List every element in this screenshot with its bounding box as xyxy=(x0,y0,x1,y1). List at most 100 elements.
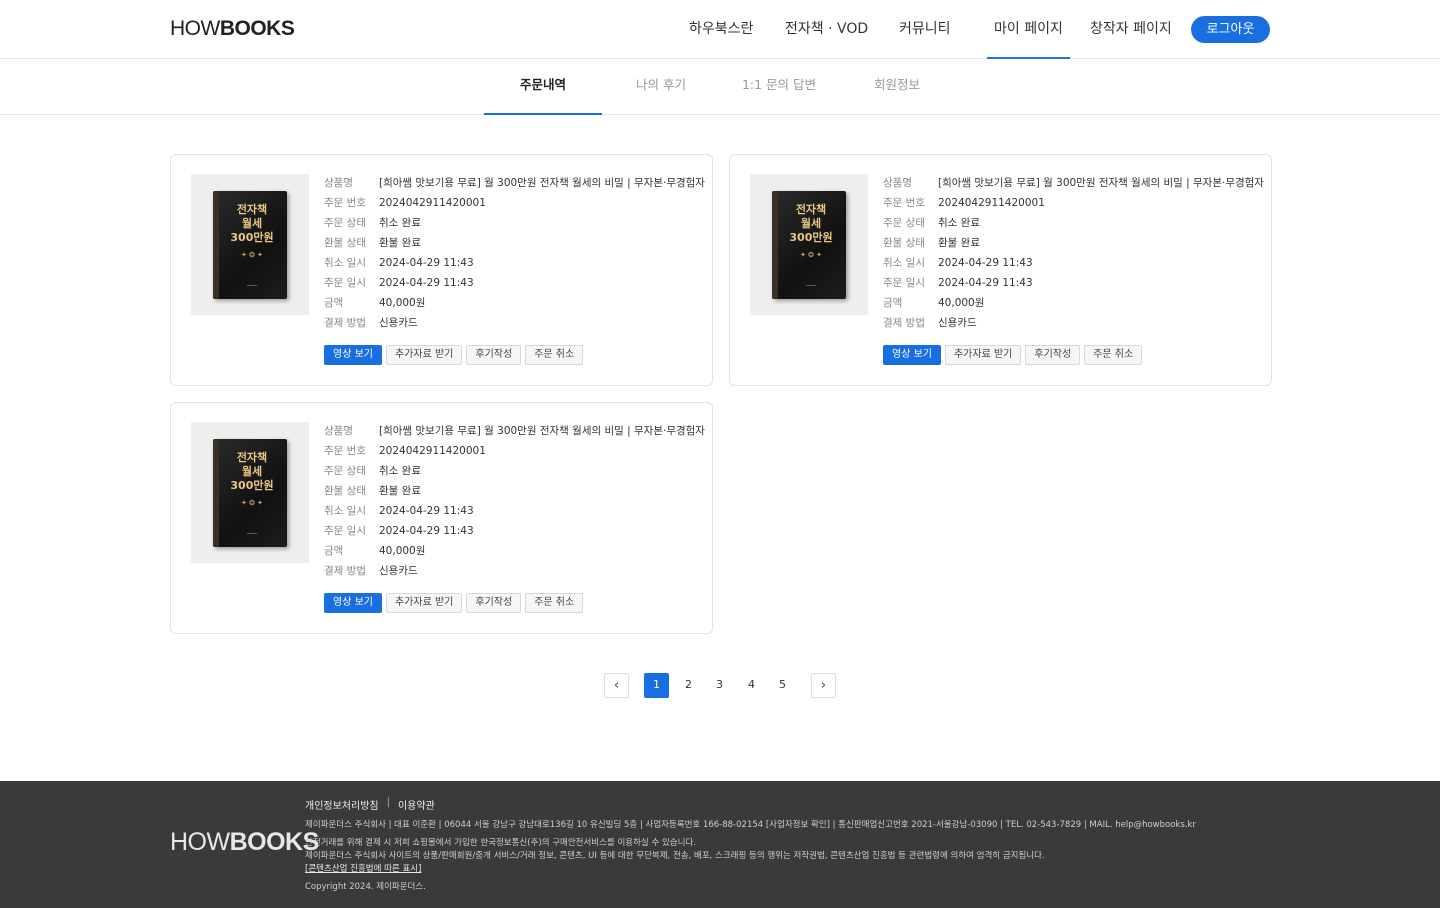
nav-about[interactable]: 하우북스란 xyxy=(689,0,753,59)
field-value: 취소 완료 xyxy=(379,217,421,229)
field-label: 상품명 xyxy=(324,425,353,437)
book-thumbnail[interactable]: 전자책 월세 300만원 ✦ ❂ ✦ ━━━━ xyxy=(191,174,309,315)
book-spine xyxy=(213,438,219,547)
mypage-tabs: 주문내역 나의 후기 1:1 문의 답변 회원정보 xyxy=(0,60,1440,115)
field-value: 2024-04-29 11:43 xyxy=(938,257,1033,269)
order-actions: 영상 보기 추가자료 받기 후기작성 주문 취소 xyxy=(883,345,1143,365)
order-field-order-date: 주문 일시 2024-04-29 11:43 xyxy=(324,523,705,543)
field-label: 주문 상태 xyxy=(883,217,925,229)
order-field-amount: 금액 40,000원 xyxy=(324,295,705,315)
write-review-button[interactable]: 후기작성 xyxy=(466,345,522,365)
logout-button[interactable]: 로그아웃 xyxy=(1191,16,1270,43)
field-label: 금액 xyxy=(324,297,344,309)
order-field-payment: 결제 방법 신용카드 xyxy=(324,563,705,583)
safe-payment-notice: 안전거래를 위해 결제 시 저희 쇼핑몰에서 가입한 한국정보통신(주)의 구매… xyxy=(305,838,696,848)
order-field-cancel-date: 취소 일시 2024-04-29 11:43 xyxy=(324,255,705,275)
write-review-button[interactable]: 후기작성 xyxy=(466,593,522,613)
book-thumbnail[interactable]: 전자책 월세 300만원 ✦ ❂ ✦ ━━━━ xyxy=(191,422,309,563)
logo-how: HOW xyxy=(170,17,220,40)
book-thumbnail[interactable]: 전자책 월세 300만원 ✦ ❂ ✦ ━━━━ xyxy=(750,174,868,315)
tab-member-info[interactable]: 회원정보 xyxy=(862,60,932,115)
order-field-refund-status: 환불 상태 환불 완료 xyxy=(324,235,705,255)
page-2[interactable]: 2 xyxy=(676,673,701,698)
field-value: 2024042911420001 xyxy=(379,197,486,209)
footer-logo-how: HOW xyxy=(170,828,230,856)
page-5[interactable]: 5 xyxy=(770,673,795,698)
field-label: 환불 상태 xyxy=(324,485,366,497)
field-label: 주문 일시 xyxy=(324,525,366,537)
order-card: 전자책 월세 300만원 ✦ ❂ ✦ ━━━━ 상품명 [희아쌤 맛보기용 무료… xyxy=(170,154,713,386)
download-materials-button[interactable]: 추가자료 받기 xyxy=(944,345,1022,365)
footer-links: 개인정보처리방침 | 이용약관 xyxy=(305,797,435,812)
tab-inquiry-answers[interactable]: 1:1 문의 답변 xyxy=(735,60,823,115)
cancel-order-button[interactable]: 주문 취소 xyxy=(525,345,584,365)
field-label: 환불 상태 xyxy=(324,237,366,249)
tab-my-reviews[interactable]: 나의 후기 xyxy=(620,60,702,115)
field-label: 주문 일시 xyxy=(324,277,366,289)
order-field-order-date: 주문 일시 2024-04-29 11:43 xyxy=(324,275,705,295)
field-label: 취소 일시 xyxy=(324,257,366,269)
privacy-policy-link[interactable]: 개인정보처리방침 xyxy=(305,797,379,812)
field-label: 결제 방법 xyxy=(324,565,366,577)
field-value: 2024042911420001 xyxy=(379,445,486,457)
order-field-order-no: 주문 번호 2024042911420001 xyxy=(324,195,705,215)
book-title-line: 300만원 xyxy=(230,478,274,492)
order-field-payment: 결제 방법 신용카드 xyxy=(883,315,1264,335)
download-materials-button[interactable]: 추가자료 받기 xyxy=(385,593,463,613)
field-label: 상품명 xyxy=(324,177,353,189)
field-value: 2024-04-29 11:43 xyxy=(938,277,1033,289)
field-label: 취소 일시 xyxy=(883,257,925,269)
order-field-product: 상품명 [희아쌤 맛보기용 무료] 월 300만원 전자책 월세의 비밀 | 무… xyxy=(324,175,705,195)
book-title-line: 300만원 xyxy=(789,230,833,244)
company-info: 제이파운더스 주식회사 | 대표 이준환 | 06044 서울 강남구 강남대로… xyxy=(305,820,1196,830)
howbooks-logo[interactable]: HOWBOOKS xyxy=(170,17,295,40)
nav-creator-page[interactable]: 창작자 페이지 xyxy=(1090,0,1172,59)
cancel-order-button[interactable]: 주문 취소 xyxy=(525,593,584,613)
terms-link[interactable]: 이용약관 xyxy=(398,797,435,812)
download-materials-button[interactable]: 추가자료 받기 xyxy=(385,345,463,365)
top-header: HOWBOOKS 하우북스란 전자책 · VOD 커뮤니티 마이 페이지 창작자… xyxy=(0,0,1440,59)
book-cover-ornament: ✦ ❂ ✦ xyxy=(240,250,264,259)
next-page-button[interactable]: › xyxy=(811,673,836,698)
write-review-button[interactable]: 후기작성 xyxy=(1025,345,1081,365)
nav-community[interactable]: 커뮤니티 xyxy=(899,0,951,59)
field-label: 결제 방법 xyxy=(324,317,366,329)
field-label: 금액 xyxy=(324,545,344,557)
watch-video-button[interactable]: 영상 보기 xyxy=(324,593,382,613)
book-cover-image: 전자책 월세 300만원 ✦ ❂ ✦ ━━━━ xyxy=(213,438,287,547)
book-title-line: 전자책 xyxy=(236,202,268,216)
copyright-notice: 제이파운더스 주식회사 사이트의 상품/판매회원/중개 서비스/거래 정보, 콘… xyxy=(305,851,1045,861)
field-value: [희아쌤 맛보기용 무료] 월 300만원 전자책 월세의 비밀 | 무자본·무… xyxy=(938,177,1264,189)
page-1[interactable]: 1 xyxy=(644,673,669,698)
book-cover-footer: ━━━━ xyxy=(806,282,816,288)
order-field-amount: 금액 40,000원 xyxy=(883,295,1264,315)
cancel-order-button[interactable]: 주문 취소 xyxy=(1084,345,1143,365)
book-cover-ornament: ✦ ❂ ✦ xyxy=(240,498,264,507)
book-cover-title: 전자책 월세 300만원 xyxy=(221,203,283,245)
nav-my-page[interactable]: 마이 페이지 xyxy=(987,0,1070,59)
tab-orders[interactable]: 주문내역 xyxy=(484,60,602,115)
field-value: 2024-04-29 11:43 xyxy=(379,257,474,269)
order-field-amount: 금액 40,000원 xyxy=(324,543,705,563)
field-value: 환불 완료 xyxy=(379,485,421,497)
field-value: 신용카드 xyxy=(938,317,977,329)
book-cover-ornament: ✦ ❂ ✦ xyxy=(799,250,823,259)
prev-page-button[interactable]: ‹ xyxy=(604,673,629,698)
nav-ebook-vod[interactable]: 전자책 · VOD xyxy=(785,0,868,59)
field-label: 주문 번호 xyxy=(324,445,366,457)
footer-link-separator: | xyxy=(386,797,390,808)
watch-video-button[interactable]: 영상 보기 xyxy=(324,345,382,365)
book-spine xyxy=(213,190,219,299)
field-value: 2024-04-29 11:43 xyxy=(379,277,474,289)
content-law-link[interactable]: [콘텐츠산업 진흥법에 따른 표시] xyxy=(305,862,421,874)
order-field-refund-status: 환불 상태 환불 완료 xyxy=(324,483,705,503)
order-field-order-status: 주문 상태 취소 완료 xyxy=(324,215,705,235)
field-value: 신용카드 xyxy=(379,317,418,329)
page-3[interactable]: 3 xyxy=(707,673,732,698)
page-4[interactable]: 4 xyxy=(739,673,764,698)
field-value: 2024042911420001 xyxy=(938,197,1045,209)
field-label: 금액 xyxy=(883,297,903,309)
watch-video-button[interactable]: 영상 보기 xyxy=(883,345,941,365)
book-title-line: 월세 xyxy=(800,216,822,230)
order-details: 상품명 [희아쌤 맛보기용 무료] 월 300만원 전자책 월세의 비밀 | 무… xyxy=(324,175,705,335)
